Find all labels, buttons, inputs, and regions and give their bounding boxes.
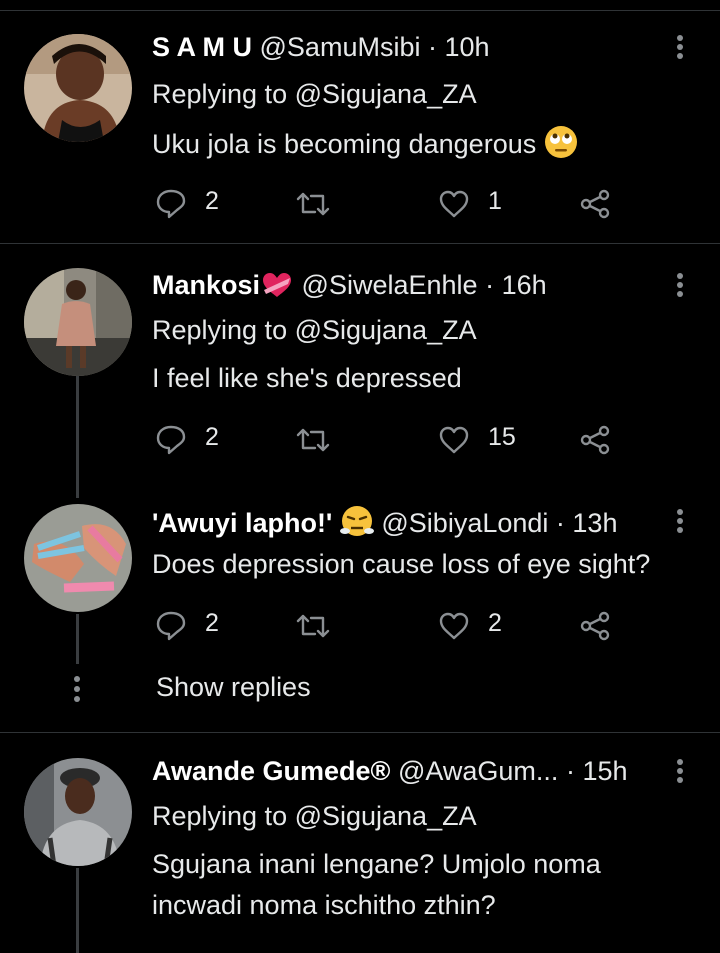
tweet-text-line: Sgujana inani lengane? Umjolo noma bbox=[152, 849, 601, 879]
retweet-icon bbox=[296, 192, 330, 216]
replying-to[interactable]: Replying to @Sigujana_ZA bbox=[152, 313, 477, 347]
avatar[interactable] bbox=[24, 268, 132, 376]
more-options-icon[interactable] bbox=[668, 754, 692, 788]
reply-count: 2 bbox=[205, 187, 219, 215]
tweet-text: Uku jola is becoming dangerous bbox=[152, 125, 578, 167]
timestamp: · 15h bbox=[565, 756, 628, 786]
divider bbox=[0, 10, 720, 11]
thread-dots-icon bbox=[74, 676, 80, 706]
retweet-icon bbox=[296, 614, 330, 638]
retweet-icon bbox=[296, 428, 330, 452]
avatar[interactable] bbox=[24, 504, 132, 612]
user-handle[interactable]: @SiwelaEnhle bbox=[302, 270, 478, 300]
display-name[interactable]: Mankosi bbox=[152, 270, 260, 300]
tweet-text-content: Uku jola is becoming dangerous bbox=[152, 129, 537, 159]
heart-with-ribbon-emoji-icon bbox=[260, 270, 294, 308]
tweet-text: I feel like she's depressed bbox=[152, 363, 462, 393]
replying-to[interactable]: Replying to @Sigujana_ZA bbox=[152, 799, 477, 833]
more-options-icon[interactable] bbox=[668, 30, 692, 64]
reply-icon bbox=[156, 425, 186, 455]
avatar[interactable] bbox=[24, 34, 132, 142]
rolling-eyes-emoji-icon bbox=[544, 125, 578, 167]
like-count: 2 bbox=[488, 609, 502, 637]
thread-line bbox=[76, 614, 79, 664]
tweet-text: Does depression cause loss of eye sight? bbox=[152, 549, 651, 579]
divider bbox=[0, 243, 720, 244]
thread-line bbox=[76, 868, 79, 953]
reply-icon bbox=[156, 611, 186, 641]
show-replies-link[interactable]: Show replies bbox=[156, 672, 311, 703]
share-icon bbox=[580, 425, 610, 455]
tweet-header: Mankosi @SiwelaEnhle · 16h bbox=[152, 268, 547, 308]
tweet-text-line: incwadi noma ischitho zthin? bbox=[152, 890, 496, 920]
display-name[interactable]: Awande Gumede® bbox=[152, 756, 390, 786]
avatar[interactable] bbox=[24, 758, 132, 866]
user-handle[interactable]: @SibiyaLondi bbox=[381, 508, 548, 538]
timestamp: · 13h bbox=[555, 508, 618, 538]
heart-icon bbox=[439, 426, 469, 454]
divider bbox=[0, 732, 720, 733]
more-options-icon[interactable] bbox=[668, 504, 692, 538]
tweet-header: 'Awuyi lapho!' @SibiyaLondi · 13h bbox=[152, 504, 617, 546]
reply-count: 2 bbox=[205, 423, 219, 451]
display-name[interactable]: S A M U bbox=[152, 32, 252, 62]
face-with-steam-emoji-icon bbox=[339, 504, 374, 546]
like-count: 15 bbox=[488, 423, 516, 451]
user-handle[interactable]: @AwaGum... bbox=[398, 756, 558, 786]
display-name[interactable]: 'Awuyi lapho!' bbox=[152, 508, 332, 538]
reply-count: 2 bbox=[205, 609, 219, 637]
tweet-header: Awande Gumede® @AwaGum... · 15h bbox=[152, 754, 628, 788]
heart-icon bbox=[439, 612, 469, 640]
tweet-header: S A M U @SamuMsibi · 10h bbox=[152, 30, 490, 64]
heart-icon bbox=[439, 190, 469, 218]
timestamp: · 10h bbox=[427, 32, 490, 62]
more-options-icon[interactable] bbox=[668, 268, 692, 302]
share-icon bbox=[580, 611, 610, 641]
thread-line bbox=[76, 376, 79, 498]
reply-icon bbox=[156, 189, 186, 219]
user-handle[interactable]: @SamuMsibi bbox=[260, 32, 421, 62]
replying-to[interactable]: Replying to @Sigujana_ZA bbox=[152, 77, 477, 111]
share-icon bbox=[580, 189, 610, 219]
timestamp: · 16h bbox=[485, 270, 547, 300]
like-count: 1 bbox=[488, 187, 502, 215]
